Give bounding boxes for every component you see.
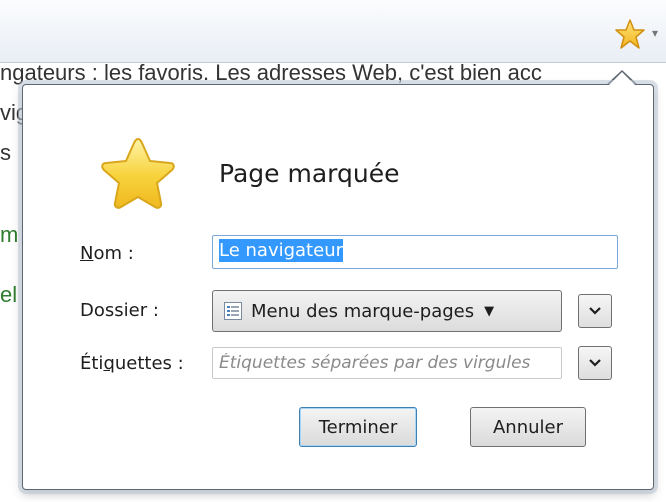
bookmark-popup: Page marquée Nom : Le navigateur Dossier… (22, 84, 654, 490)
name-input-value: Le navigateur (219, 239, 343, 262)
tags-label-text-start: Éti (80, 353, 104, 374)
chevron-down-icon (589, 359, 601, 367)
page-text-line: s (0, 140, 11, 165)
tags-label: Étiquettes : (80, 353, 184, 374)
bookmarks-menu-icon (224, 302, 242, 320)
popup-title: Page marquée (219, 159, 400, 188)
done-button[interactable]: Terminer (299, 407, 417, 447)
name-label-text: om : (93, 243, 134, 264)
name-input[interactable]: Le navigateur (212, 235, 618, 269)
page-text-line: m (0, 222, 19, 247)
name-label: Nom : (80, 243, 134, 264)
tags-input[interactable] (212, 347, 562, 379)
tags-label-text-end: uettes : (114, 353, 184, 374)
chevron-down-icon (589, 307, 601, 315)
name-label-accesskey: N (80, 243, 94, 264)
page-text-line: el (0, 282, 18, 307)
bookmark-dropdown-icon[interactable]: ▾ (652, 26, 658, 40)
page-text-line: ngateurs : les favoris. Les adresses Web… (0, 60, 542, 85)
tags-label-accesskey: q (103, 353, 115, 374)
browser-toolbar: ▾ (0, 0, 666, 63)
folder-label: Dossier : (80, 300, 159, 321)
star-icon (101, 137, 175, 209)
folder-expand-button[interactable] (578, 294, 612, 328)
folder-select-value: Menu des marque-pages (251, 300, 475, 322)
cancel-button[interactable]: Annuler (470, 407, 586, 447)
bookmark-star-icon[interactable] (614, 18, 646, 50)
dropdown-arrow-icon: ▼ (484, 303, 495, 319)
tags-expand-button[interactable] (578, 346, 612, 380)
folder-select[interactable]: Menu des marque-pages ▼ (212, 290, 562, 332)
popup-arrow-fill (608, 72, 636, 86)
